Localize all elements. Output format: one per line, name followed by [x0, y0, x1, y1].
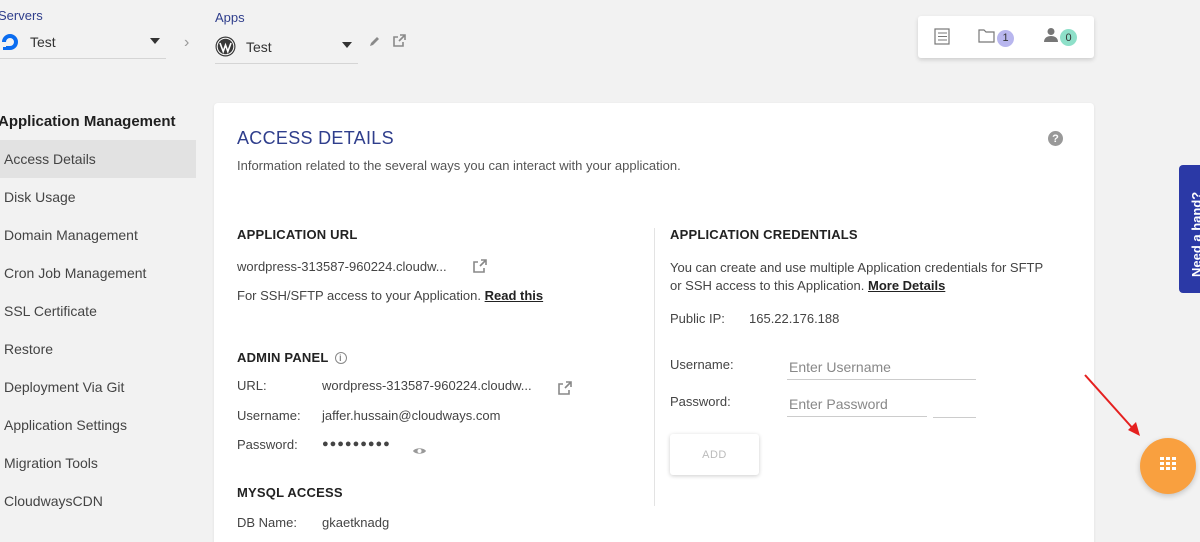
info-icon[interactable]: i: [334, 352, 347, 364]
more-details-link[interactable]: More Details: [868, 278, 945, 293]
ssh-access-label: For SSH/SFTP access to your Application.: [237, 288, 481, 303]
chevron-right-icon: ›: [184, 34, 190, 51]
sidebar-menu: Access Details Disk Usage Domain Managem…: [0, 140, 196, 520]
column-divider: [654, 228, 655, 506]
sidebar-item-restore[interactable]: Restore: [0, 330, 196, 368]
sidebar-item-domain-management[interactable]: Domain Management: [0, 216, 196, 254]
admin-password-value: ●●●●●●●●●: [322, 438, 391, 450]
password-generate-field[interactable]: [933, 417, 976, 418]
page-subtitle: Information related to the several ways …: [237, 158, 681, 173]
application-url-title: APPLICATION URL: [237, 227, 358, 242]
application-url-value: wordpress-313587-960224.cloudw...: [237, 259, 447, 274]
servers-label: Servers: [0, 8, 43, 23]
password-input[interactable]: [787, 392, 927, 417]
apps-label: Apps: [215, 10, 245, 25]
db-name-value: gkaetknadg: [322, 515, 390, 530]
app-credentials-title: APPLICATION CREDENTIALS: [670, 227, 858, 242]
access-details-card: ACCESS DETAILS Information related to th…: [214, 103, 1094, 542]
sidebar-item-application-settings[interactable]: Application Settings: [0, 406, 196, 444]
pencil-icon[interactable]: [368, 34, 382, 53]
admin-username-value: jaffer.hussain@cloudways.com: [322, 408, 501, 423]
chevron-down-icon: [150, 38, 160, 44]
need-a-hand-tab[interactable]: Need a hand?: [1179, 165, 1200, 293]
public-ip-label: Public IP:: [670, 311, 725, 326]
admin-url-value: wordpress-313587-960224.cloudw...: [322, 378, 532, 393]
app-select[interactable]: Test: [215, 36, 358, 64]
cred-username-label: Username:: [670, 357, 734, 372]
admin-url-label: URL:: [237, 378, 267, 393]
db-name-label: DB Name:: [237, 515, 297, 530]
server-name: Test: [30, 34, 56, 50]
team-button[interactable]: 0: [1044, 27, 1077, 48]
notification-badge: 1: [997, 29, 1014, 47]
sidebar-item-deployment-via-git[interactable]: Deployment Via Git: [0, 368, 196, 406]
app-name: Test: [246, 38, 272, 55]
sidebar-title: Application Management: [0, 113, 176, 130]
folder-icon: [978, 28, 995, 48]
credentials-desc-2: or SSH access to this Application. More …: [670, 278, 945, 293]
cred-password-label: Password:: [670, 394, 731, 409]
sidebar-item-migration-tools[interactable]: Migration Tools: [0, 444, 196, 482]
user-icon: [1044, 27, 1058, 48]
digitalocean-icon: [0, 32, 20, 52]
open-admin-icon[interactable]: [557, 380, 573, 396]
open-url-icon[interactable]: [472, 258, 488, 274]
sidebar-item-ssl-certificate[interactable]: SSL Certificate: [0, 292, 196, 330]
sidebar-item-cloudways-cdn[interactable]: CloudwaysCDN: [0, 482, 196, 520]
page-title: ACCESS DETAILS: [237, 128, 394, 148]
top-actions-card: 1 0: [918, 16, 1094, 58]
admin-panel-label: ADMIN PANEL: [237, 350, 329, 365]
sidebar-item-disk-usage[interactable]: Disk Usage: [0, 178, 196, 216]
public-ip-value: 165.22.176.188: [749, 311, 840, 326]
admin-password-label: Password:: [237, 437, 298, 452]
admin-panel-title: ADMIN PANEL i: [237, 350, 347, 365]
team-badge: 0: [1060, 29, 1077, 46]
grid-icon: [1160, 457, 1176, 475]
read-this-link[interactable]: Read this: [485, 288, 544, 303]
need-a-hand-label: Need a hand?: [1189, 191, 1200, 277]
chevron-down-icon: [342, 42, 352, 48]
ssh-access-text: For SSH/SFTP access to your Application.…: [237, 288, 543, 303]
wordpress-icon: [215, 36, 236, 57]
add-credentials-button[interactable]: ADD: [670, 434, 759, 475]
eye-icon[interactable]: [412, 443, 427, 461]
external-link-icon[interactable]: [392, 33, 407, 53]
help-icon[interactable]: ?: [1048, 131, 1063, 146]
list-icon[interactable]: [934, 28, 950, 50]
sidebar-item-cron-job-management[interactable]: Cron Job Management: [0, 254, 196, 292]
server-select[interactable]: Test: [0, 32, 166, 59]
credentials-desc-2-text: or SSH access to this Application.: [670, 278, 865, 293]
admin-username-label: Username:: [237, 408, 301, 423]
credentials-desc-1: You can create and use multiple Applicat…: [670, 260, 1044, 275]
apps-grid-fab[interactable]: [1140, 438, 1196, 494]
sidebar-item-access-details[interactable]: Access Details: [0, 140, 196, 178]
username-input[interactable]: [787, 355, 976, 380]
annotation-arrow-icon: [1084, 374, 1140, 436]
mysql-access-title: MYSQL ACCESS: [237, 485, 343, 500]
notifications-button[interactable]: 1: [978, 28, 1014, 48]
